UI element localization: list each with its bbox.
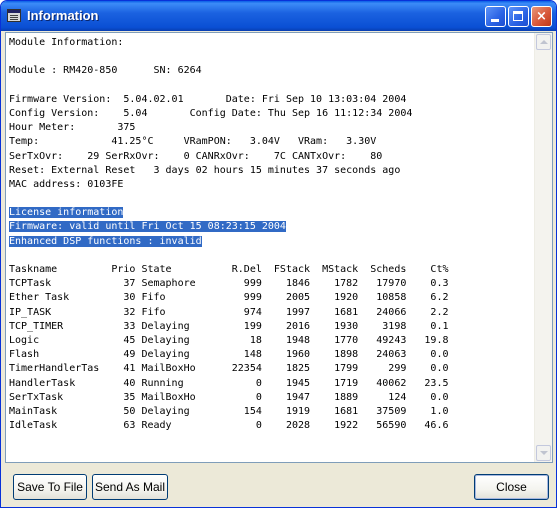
- text-line: MAC address: 0103FE: [9, 178, 534, 192]
- text-line: [9, 79, 534, 93]
- text-line-content: Firmware Version: 5.04.02.01 Date: Fri S…: [9, 93, 407, 105]
- close-icon: ×: [536, 9, 547, 24]
- text-line: IdleTask 63 Ready 0 2028 1922 56590 46.6: [9, 419, 534, 433]
- text-line-content: Temp: 41.25°C VRamPON: 3.04V VRam: 3.30V: [9, 136, 377, 148]
- minimize-icon: [486, 7, 505, 26]
- text-line: Hour Meter: 375: [9, 121, 534, 135]
- text-line-content: MainTask 50 Delaying 154 1919 1681 37509…: [9, 405, 449, 417]
- information-window: Information × Module Information: Module …: [0, 0, 557, 508]
- text-line-content: IP_TASK 32 Fifo 974 1997 1681 24066 2.2: [9, 306, 449, 318]
- send-as-mail-button[interactable]: Send As Mail: [92, 474, 168, 500]
- terminal-window-icon[interactable]: [7, 9, 21, 22]
- text-line: MainTask 50 Delaying 154 1919 1681 37509…: [9, 405, 534, 419]
- close-window-button[interactable]: ×: [531, 6, 552, 27]
- text-line: Logic 45 Delaying 18 1948 1770 49243 19.…: [9, 334, 534, 348]
- text-line-content: Enhanced DSP functions : invalid: [9, 235, 202, 247]
- vertical-scrollbar[interactable]: [534, 33, 552, 462]
- text-line: TimerHandlerTas 41 MailBoxHo 22354 1825 …: [9, 362, 534, 376]
- text-line: TCP_TIMER 33 Delaying 199 2016 1930 3198…: [9, 320, 534, 334]
- text-line: Config Version: 5.04 Config Date: Thu Se…: [9, 107, 534, 121]
- text-line: Module Information:: [9, 36, 534, 50]
- maximize-icon: [509, 7, 528, 26]
- text-line-content: Logic 45 Delaying 18 1948 1770 49243 19.…: [9, 334, 449, 346]
- text-line: HandlerTask 40 Running 0 1945 1719 40062…: [9, 377, 534, 391]
- info-text-area[interactable]: Module Information: Module : RM420-850 SN…: [5, 32, 553, 463]
- text-line: Temp: 41.25°C VRamPON: 3.04V VRam: 3.30V: [9, 135, 534, 149]
- text-line: Flash 49 Delaying 148 1960 1898 24063 0.…: [9, 348, 534, 362]
- text-line-content: Flash 49 Delaying 148 1960 1898 24063 0.…: [9, 349, 449, 361]
- text-line-content: Hour Meter: 375: [9, 122, 136, 134]
- text-line: Reset: External Reset 3 days 02 hours 15…: [9, 164, 534, 178]
- text-line-content: SerTxTask 35 MailBoxHo 0 1947 1889 124 0…: [9, 391, 449, 403]
- info-text-content[interactable]: Module Information: Module : RM420-850 SN…: [9, 36, 534, 460]
- text-line-content: Taskname Prio State R.Del FStack MStack …: [9, 264, 449, 275]
- save-to-file-button[interactable]: Save To File: [13, 474, 87, 500]
- text-line: Module : RM420-850 SN: 6264: [9, 64, 534, 78]
- maximize-button[interactable]: [508, 6, 529, 27]
- text-line: SerTxOvr: 29 SerRxOvr: 0 CANRxOvr: 7C CA…: [9, 150, 534, 164]
- text-line: TCPTask 37 Semaphore 999 1846 1782 17970…: [9, 277, 534, 291]
- text-line-content: MAC address: 0103FE: [9, 178, 124, 190]
- title-bar[interactable]: Information ×: [1, 1, 556, 31]
- text-line: Ether Task 30 Fifo 999 2005 1920 10858 6…: [9, 291, 534, 305]
- text-line-content: IdleTask 63 Ready 0 2028 1922 56590 46.6: [9, 420, 449, 432]
- text-line-content: TCPTask 37 Semaphore 999 1846 1782 17970…: [9, 278, 449, 290]
- text-line-content: License information: [9, 207, 124, 219]
- text-line: Firmware Version: 5.04.02.01 Date: Fri S…: [9, 93, 534, 107]
- text-line: Taskname Prio State R.Del FStack MStack …: [9, 263, 534, 277]
- window-title: Information: [27, 8, 99, 23]
- scroll-down-icon: [540, 451, 548, 455]
- text-line-content: Reset: External Reset 3 days 02 hours 15…: [9, 164, 401, 176]
- selected-text-line: Enhanced DSP functions : invalid: [9, 235, 534, 249]
- text-line: [9, 249, 534, 263]
- text-line-content: TimerHandlerTas 41 MailBoxHo 22354 1825 …: [9, 363, 449, 375]
- text-line-content: Firmware: valid until Fri Oct 15 08:23:1…: [9, 221, 286, 233]
- text-line: IP_TASK 32 Fifo 974 1997 1681 24066 2.2: [9, 306, 534, 320]
- selected-text-line: License information: [9, 206, 534, 220]
- scroll-down-button[interactable]: [536, 445, 551, 461]
- close-button[interactable]: Close: [474, 474, 549, 500]
- scroll-up-button[interactable]: [536, 34, 551, 50]
- scroll-up-icon: [540, 40, 548, 44]
- text-line: [9, 192, 534, 206]
- text-line-content: Config Version: 5.04 Config Date: Thu Se…: [9, 107, 413, 119]
- text-line-content: TCP_TIMER 33 Delaying 199 2016 1930 3198…: [9, 320, 449, 332]
- selected-text-line: Firmware: valid until Fri Oct 15 08:23:1…: [9, 220, 534, 234]
- text-line-content: HandlerTask 40 Running 0 1945 1719 40062…: [9, 377, 449, 389]
- text-line-content: Ether Task 30 Fifo 999 2005 1920 10858 6…: [9, 292, 449, 304]
- text-line: [9, 50, 534, 64]
- text-line-content: Module Information:: [9, 37, 124, 48]
- text-line-content: Module : RM420-850 SN: 6264: [9, 65, 202, 77]
- minimize-button[interactable]: [485, 6, 506, 27]
- text-line: SerTxTask 35 MailBoxHo 0 1947 1889 124 0…: [9, 391, 534, 405]
- text-line-content: SerTxOvr: 29 SerRxOvr: 0 CANRxOvr: 7C CA…: [9, 150, 383, 162]
